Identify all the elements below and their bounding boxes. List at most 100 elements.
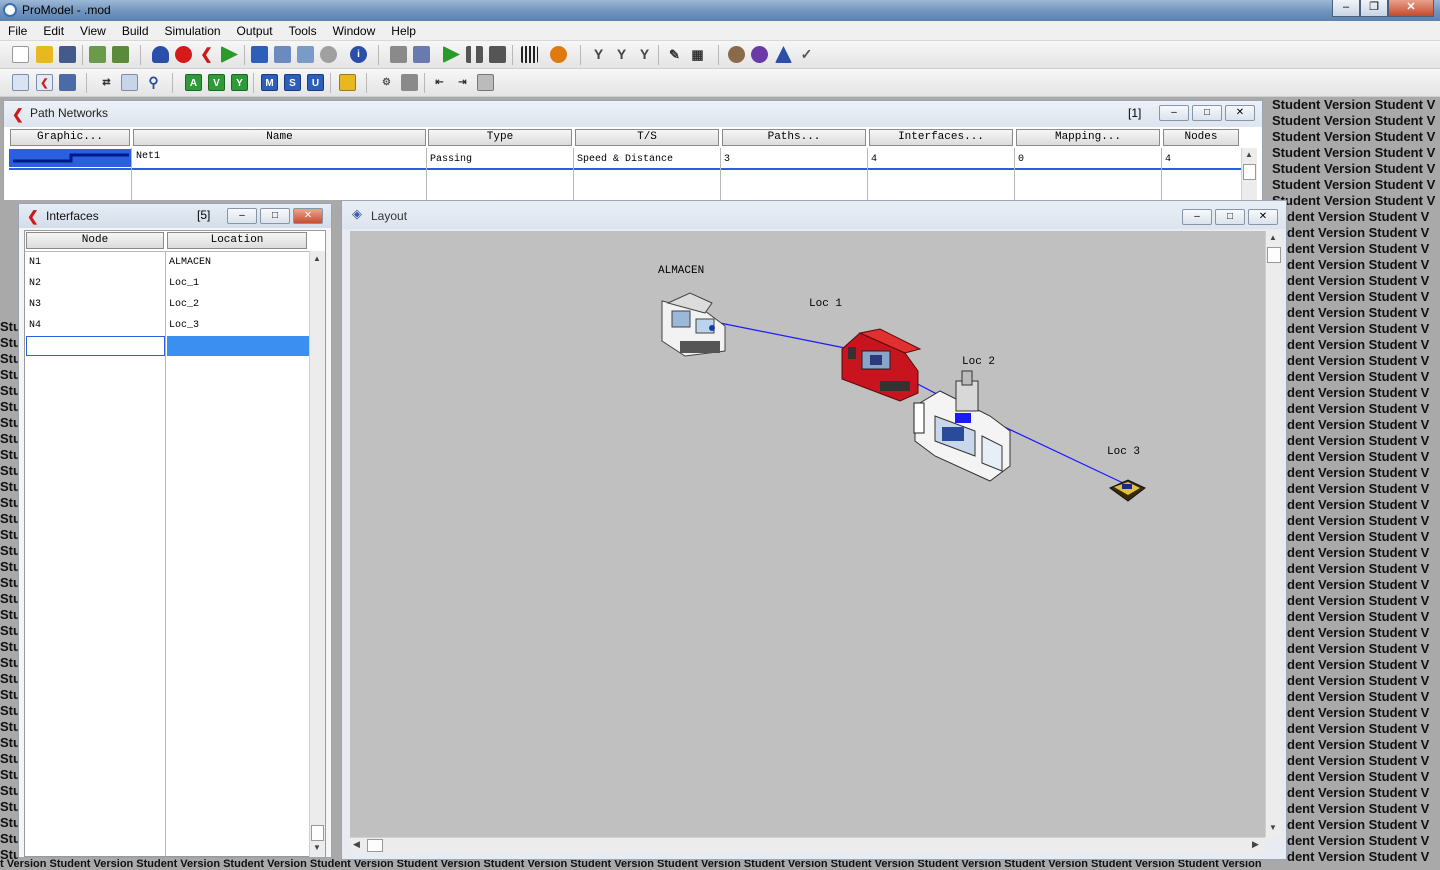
view-output-icon[interactable]	[521, 46, 538, 63]
tools-icon[interactable]: ✓	[798, 46, 815, 63]
scroll-down-arrow-icon[interactable]: ▼	[1269, 823, 1277, 832]
chart-edit-icon[interactable]: ✎	[666, 46, 683, 63]
menu-tools[interactable]: Tools	[281, 24, 325, 38]
run-icon[interactable]	[443, 46, 460, 63]
interfaces-minimize-button[interactable]: –	[227, 208, 257, 224]
menu-build[interactable]: Build	[114, 24, 157, 38]
build-icon[interactable]	[339, 74, 356, 91]
col-name[interactable]: Name	[133, 129, 426, 146]
toolbar-letter-s[interactable]: S	[284, 74, 301, 91]
attributes-icon[interactable]	[297, 46, 314, 63]
scroll-up-arrow-icon[interactable]: ▲	[1245, 150, 1253, 159]
network-type[interactable]: Passing	[430, 154, 472, 165]
path-networks-scroll-thumb[interactable]	[1243, 164, 1256, 180]
menu-window[interactable]: Window	[325, 24, 384, 38]
model-package-icon[interactable]	[112, 46, 129, 63]
table-view-icon[interactable]	[12, 74, 29, 91]
graphic-cell-selected[interactable]	[9, 149, 131, 167]
y-branch-icon-3[interactable]: Y	[636, 46, 653, 63]
new-file-icon[interactable]	[12, 46, 29, 63]
scs-icon[interactable]	[751, 46, 768, 63]
scroll-down-arrow-icon[interactable]: ▼	[313, 843, 321, 852]
zoom-icon[interactable]: ⚲	[145, 74, 162, 91]
stat-fit-icon[interactable]	[550, 46, 567, 63]
network-paths[interactable]: 3	[724, 154, 730, 165]
locations-icon[interactable]	[152, 46, 169, 63]
col-ts[interactable]: T/S	[575, 129, 719, 146]
path-networks-close-button[interactable]: ✕	[1225, 105, 1255, 121]
save-icon[interactable]	[59, 46, 76, 63]
network-ts[interactable]: Speed & Distance	[577, 154, 673, 165]
scroll-up-arrow-icon[interactable]: ▲	[313, 254, 321, 263]
simulation-options-icon[interactable]	[390, 46, 407, 63]
layout-vscroll-thumb[interactable]	[1267, 247, 1281, 263]
info-icon[interactable]: i	[350, 46, 367, 63]
arrivals-icon[interactable]	[221, 46, 238, 63]
col-type[interactable]: Type	[428, 129, 572, 146]
menu-help[interactable]: Help	[383, 24, 424, 38]
layout-maximize-button[interactable]: □	[1215, 209, 1245, 225]
col-mapping[interactable]: Mapping...	[1016, 129, 1160, 146]
col-paths[interactable]: Paths...	[722, 129, 866, 146]
interfaces-close-button[interactable]: ✕	[293, 208, 323, 224]
toolbar-letter-m[interactable]: M	[261, 74, 278, 91]
path-networks-minimize-button[interactable]: –	[1159, 105, 1189, 121]
interface-location[interactable]: Loc_2	[169, 299, 199, 310]
path-networks-maximize-button[interactable]: □	[1192, 105, 1222, 121]
open-folder-icon[interactable]	[36, 46, 53, 63]
insert-row-icon[interactable]: ⇤	[431, 74, 448, 91]
layout-vertical-scrollbar[interactable]: ▲ ▼	[1265, 231, 1281, 837]
delete-row-icon[interactable]: ⇥	[454, 74, 471, 91]
toolbar-letter-v[interactable]: V	[208, 74, 225, 91]
path-networks-scrollbar[interactable]: ▲	[1241, 148, 1257, 200]
variables-icon[interactable]	[320, 46, 337, 63]
pause-icon[interactable]	[466, 46, 483, 63]
scroll-right-arrow-icon[interactable]: ▶	[1252, 839, 1259, 850]
col-location[interactable]: Location	[167, 232, 307, 249]
toolbar-letter-u[interactable]: U	[307, 74, 324, 91]
layout-close-button[interactable]: ✕	[1248, 209, 1278, 225]
network-mapping[interactable]: 0	[1018, 154, 1024, 165]
interface-node[interactable]: N3	[29, 299, 41, 310]
resources-icon[interactable]	[274, 46, 291, 63]
print-icon[interactable]	[401, 74, 418, 91]
merge-model-icon[interactable]	[89, 46, 106, 63]
layout-canvas[interactable]: ALMACEN Loc 1 Loc 2 Loc 3	[350, 231, 1265, 837]
layout-minimize-button[interactable]: –	[1182, 209, 1212, 225]
network-nodes[interactable]: 4	[1165, 154, 1171, 165]
toolbar-letter-a[interactable]: A	[185, 74, 202, 91]
entities-icon[interactable]	[175, 46, 192, 63]
chart-view-icon[interactable]: ▦	[689, 46, 706, 63]
layout-window-icon[interactable]	[59, 74, 76, 91]
stop-icon[interactable]	[489, 46, 506, 63]
menu-edit[interactable]: Edit	[35, 24, 72, 38]
interface-node[interactable]: N2	[29, 278, 41, 289]
y-branch-icon-2[interactable]: Y	[613, 46, 630, 63]
new-location-cell-selected[interactable]	[167, 336, 309, 356]
interface-location[interactable]: Loc_1	[169, 278, 199, 289]
layout-hscroll-thumb[interactable]	[367, 839, 383, 852]
col-interfaces[interactable]: Interfaces...	[869, 129, 1013, 146]
edit-table-icon[interactable]: ❮	[36, 74, 53, 91]
menu-view[interactable]: View	[72, 24, 114, 38]
col-node[interactable]: Node	[26, 232, 164, 249]
interface-location[interactable]: Loc_3	[169, 320, 199, 331]
cycle-icon[interactable]: ⚙	[378, 74, 395, 91]
layout-horizontal-scrollbar[interactable]: ◀ ▶	[350, 837, 1265, 853]
y-branch-icon-1[interactable]: Y	[590, 46, 607, 63]
zoom-window-icon[interactable]	[121, 74, 138, 91]
interface-node[interactable]: N4	[29, 320, 41, 331]
close-button[interactable]: ✕	[1388, 0, 1434, 17]
interfaces-scroll-thumb[interactable]	[311, 825, 324, 841]
toolbar-letter-y[interactable]: Y	[231, 74, 248, 91]
maximize-button[interactable]: ❐	[1360, 0, 1388, 17]
interfaces-maximize-button[interactable]: □	[260, 208, 290, 224]
menu-simulation[interactable]: Simulation	[157, 24, 229, 38]
scroll-left-arrow-icon[interactable]: ◀	[353, 839, 360, 850]
menu-file[interactable]: File	[0, 24, 35, 38]
graphic-editor-icon[interactable]	[775, 46, 792, 63]
process-flow-icon[interactable]	[728, 46, 745, 63]
interfaces-scrollbar[interactable]: ▲ ▼	[309, 251, 325, 857]
network-name[interactable]: Net1	[136, 151, 160, 162]
minimize-button[interactable]: –	[1332, 0, 1360, 17]
